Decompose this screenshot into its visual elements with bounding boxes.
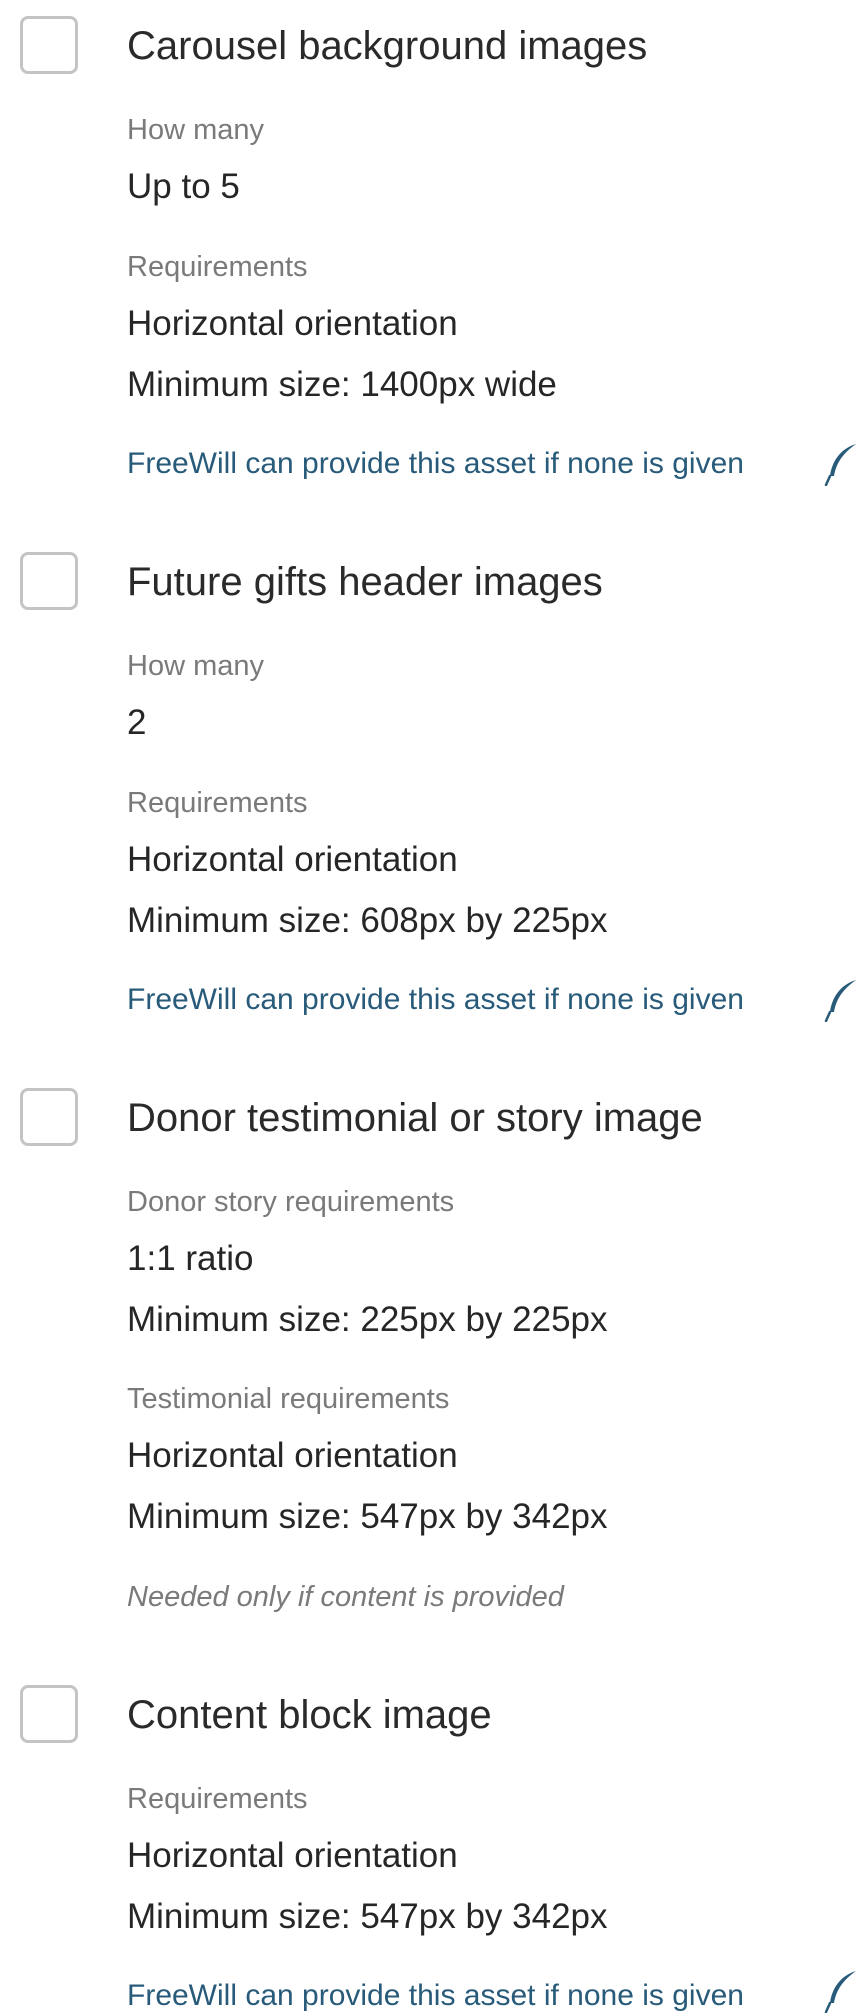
requirement-item: Horizontal orientation bbox=[127, 1436, 458, 1475]
donor-story-label: Donor story requirements bbox=[127, 1186, 455, 1218]
requirements-label: Requirements bbox=[127, 251, 308, 283]
freewill-note: FreeWill can provide this asset if none … bbox=[127, 447, 744, 480]
conditional-note: Needed only if content is provided bbox=[127, 1581, 564, 1613]
quill-icon bbox=[824, 980, 856, 1022]
testimonial-label: Testimonial requirements bbox=[127, 1383, 450, 1415]
freewill-note: FreeWill can provide this asset if none … bbox=[127, 983, 744, 1016]
requirement-item: Horizontal orientation bbox=[127, 840, 458, 879]
item-title: Carousel background images bbox=[127, 24, 648, 68]
requirements-label: Requirements bbox=[127, 1783, 308, 1815]
requirement-item: Minimum size: 1400px wide bbox=[127, 365, 557, 404]
requirements-label: Requirements bbox=[127, 787, 308, 819]
quill-icon bbox=[824, 1971, 856, 2013]
quill-icon bbox=[824, 444, 856, 486]
item-title: Content block image bbox=[127, 1693, 492, 1737]
item-title: Future gifts header images bbox=[127, 560, 603, 604]
requirement-item: Minimum size: 547px by 342px bbox=[127, 1497, 608, 1536]
how-many-value: 2 bbox=[127, 703, 147, 742]
requirement-item: Minimum size: 608px by 225px bbox=[127, 901, 608, 940]
future-gifts-checkbox[interactable] bbox=[20, 552, 78, 610]
requirement-item: Minimum size: 225px by 225px bbox=[127, 1300, 608, 1339]
how-many-label: How many bbox=[127, 650, 264, 682]
carousel-checkbox[interactable] bbox=[20, 16, 78, 74]
content-block-checkbox[interactable] bbox=[20, 1685, 78, 1743]
freewill-note: FreeWill can provide this asset if none … bbox=[127, 1979, 744, 2012]
donor-testimonial-checkbox[interactable] bbox=[20, 1088, 78, 1146]
item-title: Donor testimonial or story image bbox=[127, 1096, 703, 1140]
requirement-item: Horizontal orientation bbox=[127, 304, 458, 343]
how-many-value: Up to 5 bbox=[127, 167, 240, 206]
requirement-item: Minimum size: 547px by 342px bbox=[127, 1897, 608, 1936]
how-many-label: How many bbox=[127, 114, 264, 146]
requirement-item: Horizontal orientation bbox=[127, 1836, 458, 1875]
requirement-item: 1:1 ratio bbox=[127, 1239, 254, 1278]
